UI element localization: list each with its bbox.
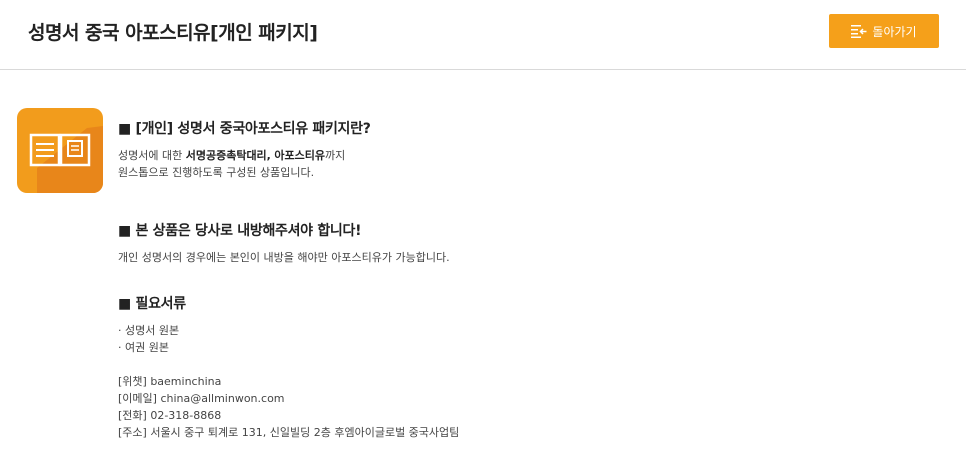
- list-back-icon: [851, 24, 867, 38]
- contact-wechat: [위챗] baeminchina: [118, 375, 222, 388]
- documents-title: ■ 필요서류: [118, 296, 186, 312]
- visit-section: ■ 본 상품은 당사로 내방해주셔야 합니다! 개인 성명서의 경우에는 본인이…: [118, 220, 450, 266]
- intro-title: ■ [개인] 성명서 중국아포스티유 패키지란?: [118, 121, 371, 137]
- page-title: 성명서 중국 아포스티유[개인 패키지]: [28, 22, 318, 44]
- contact-email: [이메일] china@allminwon.com: [118, 392, 285, 405]
- page-header: 성명서 중국 아포스티유[개인 패키지] 돌아가기: [0, 0, 966, 70]
- open-book-icon: [17, 108, 103, 193]
- list-item: · 여권 원본: [118, 341, 169, 354]
- list-item: · 성명서 원본: [118, 324, 180, 337]
- intro-section: ■ [개인] 성명서 중국아포스티유 패키지란? 성명서에 대한 서명공증촉탁대…: [118, 118, 371, 181]
- contact-phone: [전화] 02-318-8868: [118, 409, 222, 422]
- back-button[interactable]: 돌아가기: [829, 14, 939, 48]
- documents-section: ■ 필요서류 · 성명서 원본 · 여권 원본 [위챗] baeminchina…: [118, 293, 459, 441]
- intro-line-2: 원스톱으로 진행하도록 구성된 상품입니다.: [118, 166, 315, 179]
- visit-title: ■ 본 상품은 당사로 내방해주셔야 합니다!: [118, 223, 362, 239]
- contact-address: [주소] 서울시 중구 퇴계로 131, 신일빌딩 2층 후엠아이글로벌 중국사…: [118, 426, 460, 439]
- back-button-label: 돌아가기: [872, 24, 917, 39]
- intro-line-1: 성명서에 대한 서명공증촉탁대리, 아포스티유까지: [118, 149, 346, 162]
- visit-line-1: 개인 성명서의 경우에는 본인이 내방을 해야만 아포스티유가 가능합니다.: [118, 251, 450, 264]
